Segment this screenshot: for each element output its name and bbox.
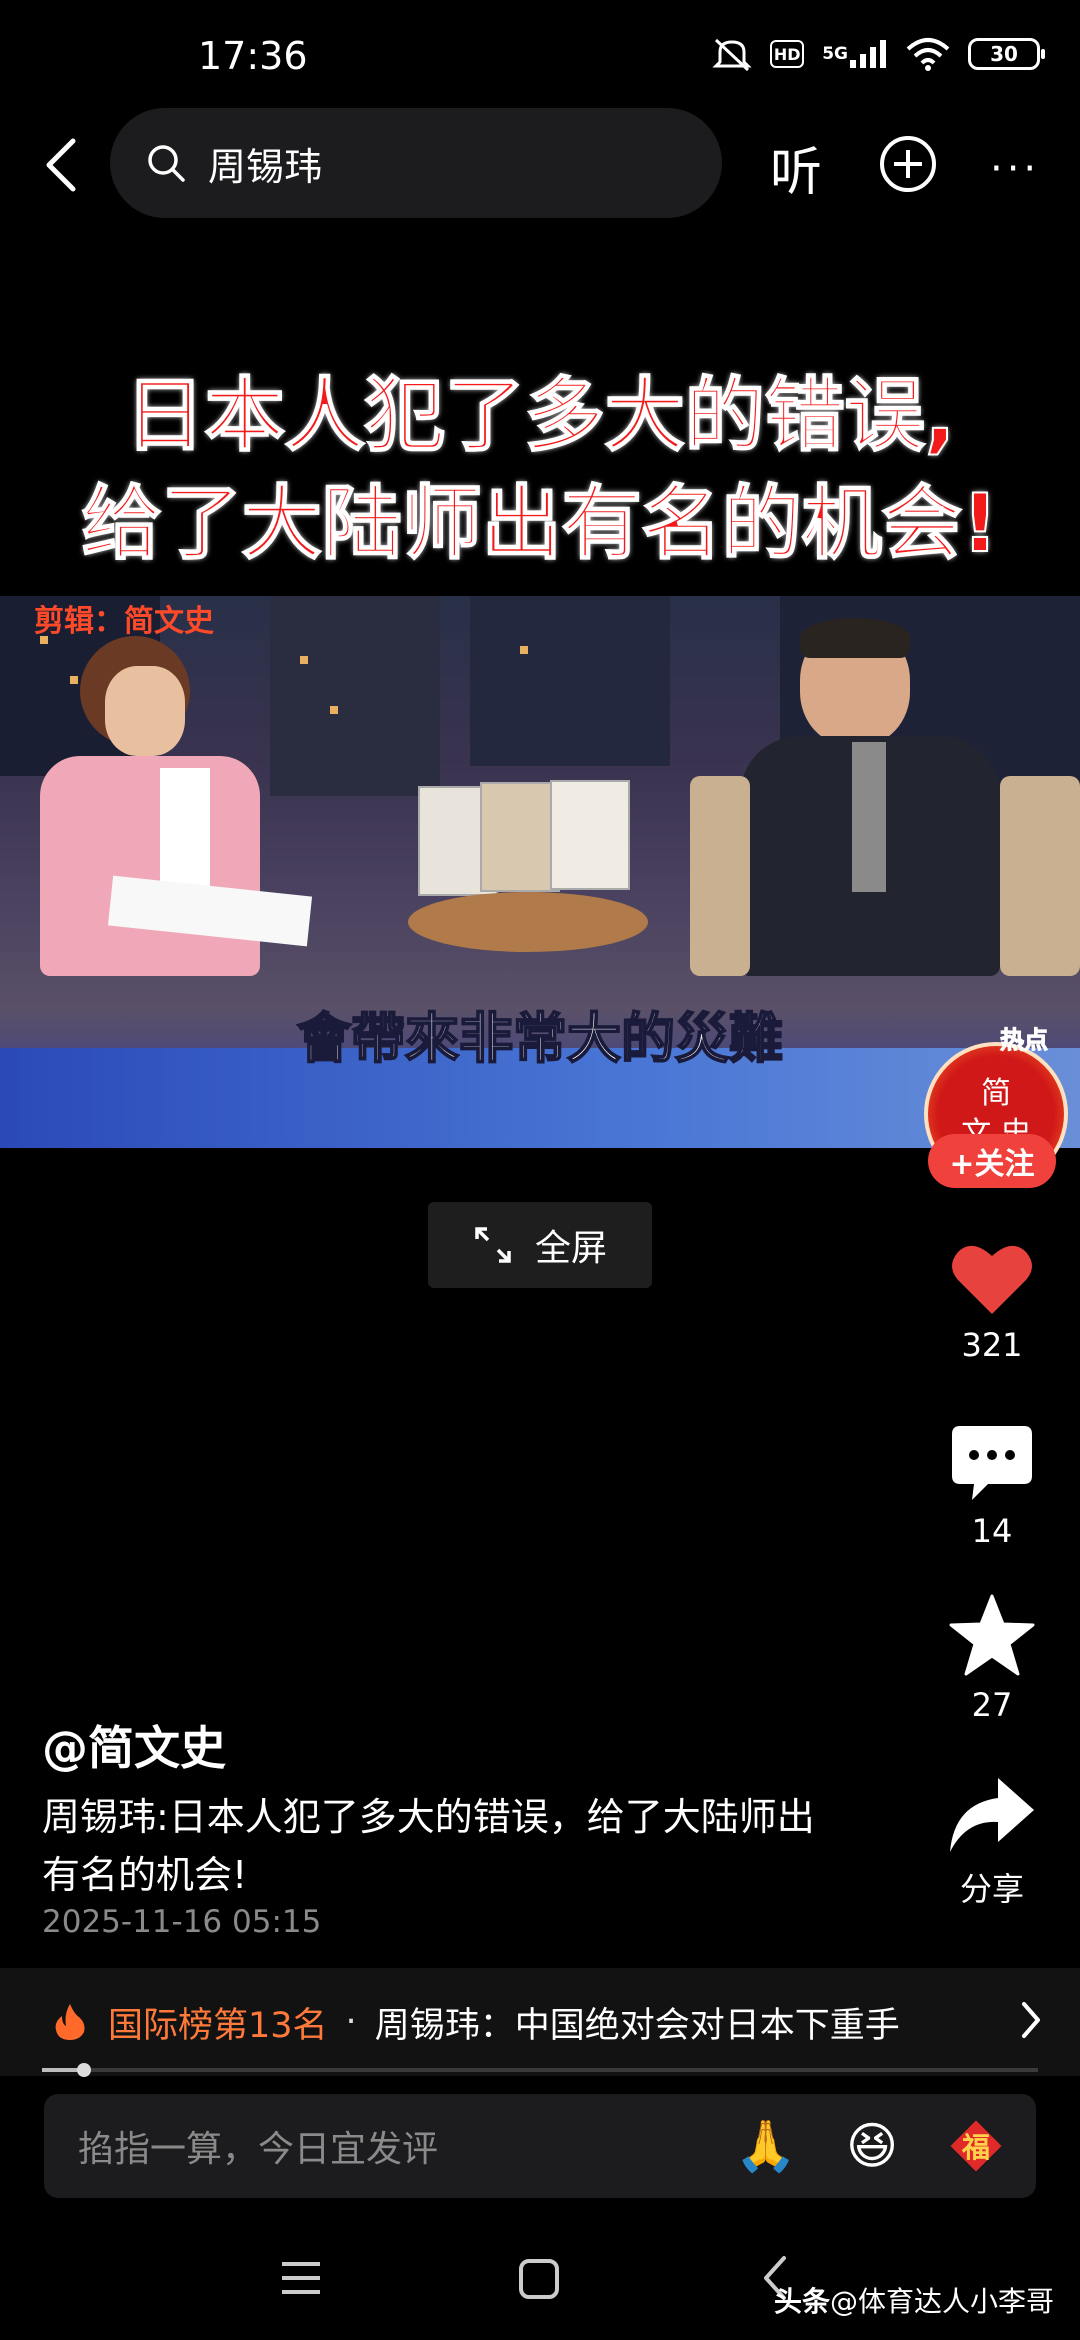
search-bar[interactable]: 周锡玮 — [110, 108, 722, 218]
post-description: 周锡玮:日本人犯了多大的错误，给了大陆师出有名的机会! — [42, 1795, 815, 1897]
wifi-icon — [906, 37, 950, 71]
chair — [1000, 776, 1080, 976]
status-icons: HD 5G 30 — [712, 36, 1045, 72]
search-icon — [148, 145, 185, 182]
share-label: 分享 — [959, 1870, 1024, 1908]
editor-tag: 剪辑：简文史 — [34, 604, 214, 639]
fullscreen-label: 全屏 — [534, 1228, 607, 1269]
top-nav: 周锡玮 听 ··· — [0, 108, 1080, 220]
backdrop-light — [330, 706, 338, 714]
search-query: 周锡玮 — [208, 144, 323, 189]
system-nav-bar: 头条@体育达人小李哥 — [0, 2230, 1080, 2340]
network-type: 5G — [822, 44, 848, 64]
follow-button[interactable]: +关注 — [928, 1134, 1056, 1188]
favorite-button[interactable]: 27 — [930, 1594, 1054, 1724]
back-arrow-icon — [46, 138, 76, 192]
author-handle[interactable]: @简文史 — [42, 1712, 226, 1778]
hot-rank: 国际榜第13名 — [108, 2005, 328, 2046]
hot-ranking-bar[interactable]: 国际榜第13名 · 周锡玮：中国绝对会对日本下重手 — [0, 1968, 1080, 2076]
plus-circle-icon — [880, 136, 936, 192]
watermark-handle: @体育达人小李哥 — [829, 2285, 1054, 2318]
hot-separator: · — [345, 2002, 357, 2042]
host-jacket — [40, 756, 260, 976]
like-button[interactable]: 321 — [930, 1240, 1054, 1364]
fortune-emoji-label: 福 — [961, 2131, 990, 2164]
comment-count: 14 — [971, 1512, 1013, 1550]
backdrop-building — [470, 596, 670, 766]
more-button[interactable]: ··· — [990, 146, 1040, 192]
backdrop-light — [520, 646, 528, 654]
book-prop — [480, 782, 560, 892]
status-time: 17:36 — [198, 34, 308, 78]
video-caption-line1: 日本人犯了多大的错误, — [124, 368, 956, 463]
watermark: 头条@体育达人小李哥 — [774, 2280, 1054, 2320]
fullscreen-button[interactable]: 全屏 — [428, 1202, 652, 1288]
host-face — [105, 666, 185, 756]
signal-icon: 5G — [822, 38, 888, 70]
hd-badge: HD — [770, 40, 805, 68]
progress-knob[interactable] — [76, 2063, 91, 2077]
avatar-text-1: 简 — [981, 1076, 1011, 1111]
video-frame: 剪辑：简文史 會帶來非常大的災難 — [0, 596, 1080, 1148]
mute-icon — [712, 36, 752, 72]
listen-button[interactable]: 听 — [770, 130, 822, 205]
add-button[interactable] — [878, 134, 938, 198]
video-player[interactable]: 日本人犯了多大的错误, 给了大陆师出有名的机会! 剪辑：简文史 會帶來非常大的災… — [0, 342, 1080, 1148]
comment-bubble-icon — [952, 1426, 1032, 1500]
pray-emoji-button[interactable]: 🙏 — [734, 2114, 798, 2178]
fortune-emoji-button[interactable]: 福 — [944, 2114, 1008, 2178]
post-timestamp: 2025-11-16 05:15 — [42, 1904, 322, 1940]
backdrop-light — [70, 676, 78, 684]
hot-title: 周锡玮：中国绝对会对日本下重手 — [374, 2005, 900, 2046]
status-bar: 17:36 HD 5G 30 — [0, 0, 1080, 110]
comment-placeholder: 掐指一算，今日宜发评 — [78, 2129, 439, 2170]
video-caption-line2: 给了大陆师出有名的机会! — [81, 476, 999, 571]
comment-input[interactable]: 掐指一算，今日宜发评 🙏 😆 福 — [44, 2094, 1036, 2198]
menu-icon[interactable] — [280, 2258, 322, 2298]
guest-tie — [852, 742, 886, 892]
share-arrow-icon — [950, 1778, 1034, 1852]
video-subtitle: 會帶來非常大的災難 — [296, 1006, 784, 1071]
avatar-tag: 热点 — [1000, 1026, 1049, 1055]
guest-hair — [800, 618, 910, 658]
book-prop — [550, 780, 630, 890]
battery-icon: 30 — [968, 38, 1045, 70]
backdrop-light — [300, 656, 308, 664]
like-count: 321 — [961, 1326, 1023, 1364]
favorite-count: 27 — [971, 1686, 1013, 1724]
fire-icon — [55, 2004, 85, 2040]
home-icon[interactable] — [518, 2258, 560, 2300]
backdrop-building — [270, 596, 440, 796]
chevron-right-icon — [1022, 2002, 1040, 2038]
comment-button[interactable]: 14 — [930, 1424, 1054, 1550]
watermark-brand: 头条 — [773, 2285, 830, 2318]
back-button[interactable] — [26, 130, 96, 200]
coffee-table — [408, 892, 648, 952]
share-button[interactable]: 分享 — [930, 1776, 1054, 1910]
star-icon — [949, 1594, 1035, 1676]
chair — [690, 776, 750, 976]
laugh-emoji-button[interactable]: 😆 — [840, 2114, 904, 2178]
expand-icon — [475, 1227, 511, 1263]
video-progress-bar[interactable] — [42, 2063, 1038, 2077]
video-caption: 日本人犯了多大的错误, 给了大陆师出有名的机会! — [0, 362, 1080, 578]
heart-icon — [952, 1245, 1032, 1314]
